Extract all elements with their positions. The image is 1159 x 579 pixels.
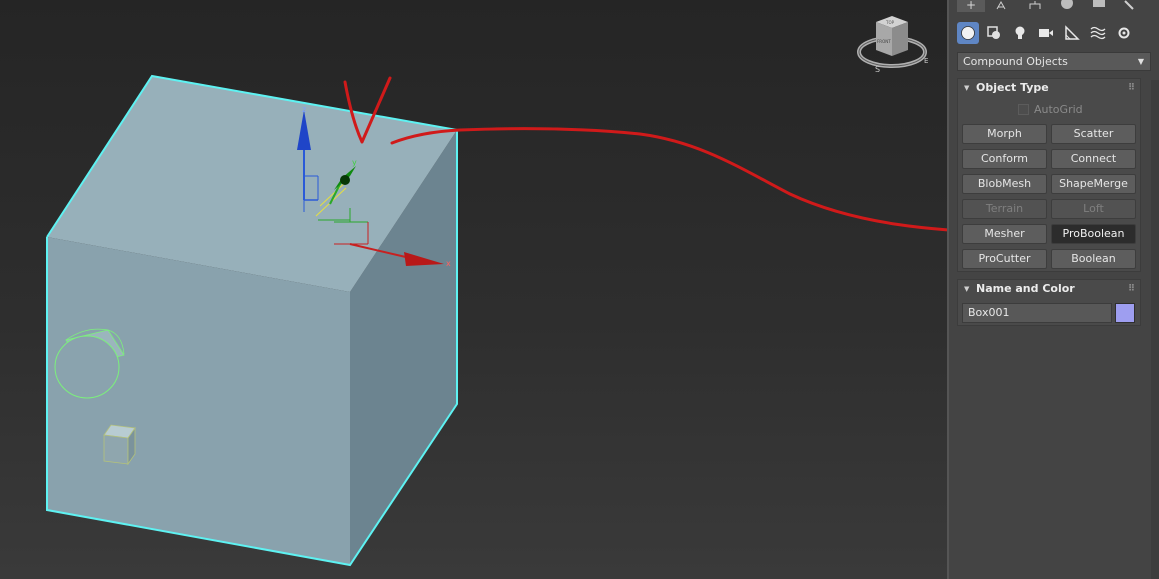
rollout-grip-icon[interactable]: ⠿ — [1128, 79, 1135, 97]
scatter-button[interactable]: Scatter — [1051, 124, 1136, 144]
viewport-scene[interactable]: z y x TOP FRONT S E — [0, 0, 947, 579]
object-name-field[interactable]: Box001 — [962, 303, 1112, 323]
autogrid-label: AutoGrid — [1034, 103, 1083, 116]
helpers-icon[interactable] — [1061, 22, 1083, 44]
shapes-icon[interactable] — [983, 22, 1005, 44]
loft-button[interactable]: Loft — [1051, 199, 1136, 219]
mesher-button[interactable]: Mesher — [962, 224, 1047, 244]
gizmo-x-label: x — [446, 259, 451, 268]
terrain-button[interactable]: Terrain — [962, 199, 1047, 219]
category-dropdown[interactable]: Compound Objects ▼ — [957, 52, 1151, 71]
view-cube-top-label: TOP — [885, 20, 895, 25]
view-cube-front-label: FRONT — [877, 39, 891, 44]
motion-tab-icon[interactable] — [1053, 0, 1081, 12]
box-front-face[interactable] — [47, 237, 350, 565]
create-tab-plus-icon[interactable]: + — [957, 0, 985, 12]
category-dropdown-value: Compound Objects — [963, 55, 1068, 68]
collapse-triangle-icon: ▼ — [964, 84, 970, 92]
systems-icon[interactable] — [1113, 22, 1135, 44]
compass-e-label: E — [924, 57, 928, 65]
object-name-value: Box001 — [968, 306, 1010, 319]
name-and-color-rollout-header[interactable]: ▼ Name and Color ⠿ — [958, 280, 1140, 298]
blobmesh-button[interactable]: BlobMesh — [962, 174, 1047, 194]
collapse-triangle-icon: ▼ — [964, 285, 970, 293]
conform-button[interactable]: Conform — [962, 149, 1047, 169]
object-color-swatch[interactable] — [1115, 303, 1135, 323]
gizmo-z-label: z — [302, 105, 306, 114]
procutter-button[interactable]: ProCutter — [962, 249, 1047, 269]
proboolean-button[interactable]: ProBoolean — [1051, 224, 1136, 244]
boolean-button[interactable]: Boolean — [1051, 249, 1136, 269]
command-panel: + Compound Objects ▼ ▼ Object Type ⠿ Aut… — [947, 0, 1159, 579]
utilities-tab-icon[interactable] — [1117, 0, 1145, 12]
object-type-rollout-header[interactable]: ▼ Object Type ⠿ — [958, 79, 1140, 97]
object-type-rollout: ▼ Object Type ⠿ AutoGrid Morph Scatter Con… — [957, 78, 1141, 272]
autogrid-checkbox[interactable]: AutoGrid — [1018, 103, 1083, 117]
modify-tab-icon[interactable] — [989, 0, 1017, 12]
command-panel-tabs: + — [949, 0, 1159, 14]
object-type-title: Object Type — [976, 81, 1049, 94]
gizmo-y-label: y — [352, 158, 357, 167]
autogrid-checkbox-box[interactable] — [1018, 104, 1029, 115]
view-cube[interactable]: TOP FRONT S E — [857, 16, 928, 74]
hierarchy-tab-icon[interactable] — [1021, 0, 1049, 12]
compass-s-label: S — [875, 65, 880, 74]
perspective-viewport[interactable]: z y x TOP FRONT S E — [0, 0, 947, 579]
name-and-color-rollout: ▼ Name and Color ⠿ Box001 — [957, 279, 1141, 326]
command-panel-scrollbar[interactable] — [1151, 80, 1159, 579]
small-box-object[interactable] — [103, 424, 136, 466]
connect-button[interactable]: Connect — [1051, 149, 1136, 169]
rollout-grip-icon[interactable]: ⠿ — [1128, 280, 1135, 298]
morph-button[interactable]: Morph — [962, 124, 1047, 144]
display-tab-icon[interactable] — [1085, 0, 1113, 12]
dropdown-arrow-icon: ▼ — [1137, 57, 1144, 66]
shapemerge-button[interactable]: ShapeMerge — [1051, 174, 1136, 194]
name-and-color-title: Name and Color — [976, 282, 1075, 295]
geometry-icon[interactable] — [957, 22, 979, 44]
space-warps-icon[interactable] — [1087, 22, 1109, 44]
cameras-icon[interactable] — [1035, 22, 1057, 44]
lights-icon[interactable] — [1009, 22, 1031, 44]
